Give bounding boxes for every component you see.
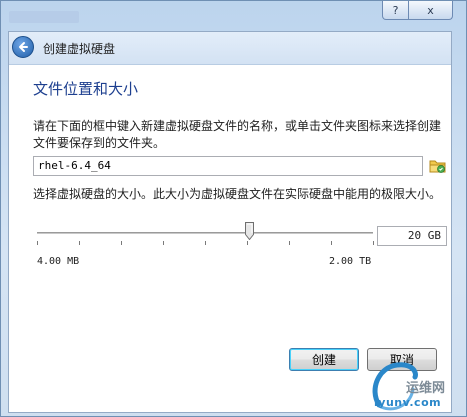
create-button[interactable]: 创建 bbox=[289, 348, 359, 371]
size-slider-thumb[interactable] bbox=[245, 222, 254, 241]
slider-tick bbox=[205, 241, 206, 245]
dialog-window: ? x 创建虚拟硬盘 文件位置和大小 请在下面的框中键入新建虚拟硬盘文件的名称，… bbox=[0, 0, 467, 417]
file-path-input[interactable]: rhel-6.4_64 bbox=[33, 156, 423, 176]
wizard-header: 创建虚拟硬盘 bbox=[9, 32, 451, 65]
wizard-title: 创建虚拟硬盘 bbox=[43, 42, 116, 56]
slider-tick bbox=[79, 241, 80, 245]
max-size-label: 2.00 TB bbox=[329, 256, 372, 267]
watermark-cn: 运维网 bbox=[406, 381, 446, 396]
close-button[interactable]: x bbox=[408, 1, 453, 20]
help-label: ? bbox=[392, 3, 399, 17]
size-input[interactable]: 20 GB bbox=[377, 226, 447, 246]
background-title bbox=[9, 11, 79, 23]
slider-tick bbox=[373, 241, 374, 245]
min-size-label: 4.00 MB bbox=[37, 256, 80, 267]
location-description: 请在下面的框中键入新建虚拟硬盘文件的名称，或单击文件夹图标来选择创建文件要保存到… bbox=[33, 119, 442, 150]
close-icon: x bbox=[427, 3, 434, 17]
choose-folder-button[interactable] bbox=[429, 157, 447, 175]
help-button[interactable]: ? bbox=[382, 1, 409, 20]
back-button[interactable] bbox=[12, 36, 34, 58]
watermark-text: iyunv.com bbox=[374, 396, 442, 409]
slider-tick bbox=[163, 241, 164, 245]
page-title: 文件位置和大小 bbox=[33, 80, 139, 98]
size-slider-track[interactable] bbox=[37, 232, 373, 234]
folder-icon bbox=[429, 160, 446, 173]
back-arrow-icon bbox=[19, 42, 28, 52]
slider-tick bbox=[247, 241, 248, 245]
slider-tick bbox=[331, 241, 332, 245]
slider-tick bbox=[37, 241, 38, 245]
slider-tick bbox=[289, 241, 290, 245]
slider-tick bbox=[121, 241, 122, 245]
size-description: 选择虚拟硬盘的大小。此大小为虚拟硬盘文件在实际硬盘中能用的极限大小。 bbox=[33, 187, 442, 201]
